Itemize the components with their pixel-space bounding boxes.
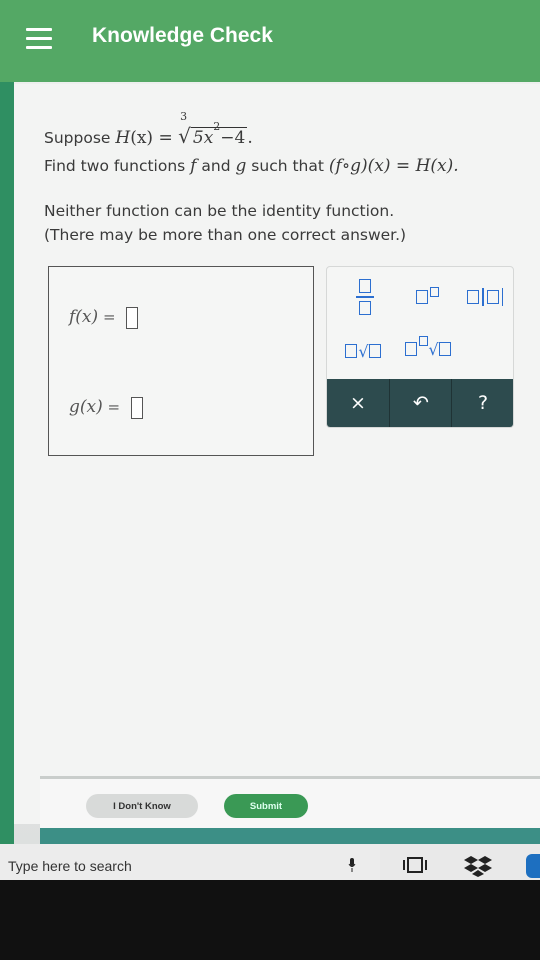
math-g: g [235,156,247,176]
coefficient-box-icon [405,342,418,356]
undo-button[interactable]: ↶ [389,379,452,427]
math-arg: (x) [130,128,154,148]
exponent-button[interactable] [399,281,455,313]
equals-sign: = [107,398,121,416]
radical-icon: √ [428,339,439,359]
exponent-box-icon [429,287,439,297]
app-screen: Knowledge Check Suppose H(x) = 3 √ 5x2−4. … [0,0,540,880]
keypad-action-row: × ↶ ? [327,379,513,427]
question-text: such that [246,157,329,175]
nth-root-button[interactable]: √ [395,327,461,371]
denominator-box-icon [359,300,371,315]
question-line-1: Suppose H(x) = 3 √ 5x2−4. [44,110,253,148]
submit-button[interactable]: Submit [224,794,308,818]
g-label: g(x) [69,397,103,417]
box-icon [467,290,480,304]
question-text: Find two functions [44,157,191,175]
side-accent-strip [0,82,14,852]
undo-icon: ↶ [413,392,429,414]
radical-icon: √ [358,341,369,361]
question-line-2: Find two functions f and g such that (f∘… [44,156,459,176]
microphone-icon[interactable] [348,858,356,872]
taskbar-search-input[interactable]: Type here to search [0,844,380,880]
g-input[interactable] [130,397,143,419]
instruction-note-2: (There may be more than one correct answ… [44,226,407,244]
fraction-button[interactable] [337,273,393,321]
square-root-button[interactable]: √ [333,331,393,371]
coefficient-box-icon [345,344,358,358]
question-text: Suppose [44,129,116,147]
box-icon [486,290,499,304]
windows-taskbar: Type here to search [0,844,540,880]
radicand-rest: −4 [220,128,246,148]
radicand-exponent: 2 [213,120,221,134]
page-title: Knowledge Check [92,24,273,47]
header-bar: Knowledge Check [0,0,540,82]
base-box-icon [415,290,428,304]
f-label: f(x) [69,307,99,327]
radicand-box-icon [368,344,381,358]
help-button[interactable]: ? [451,379,513,427]
hamburger-menu-icon[interactable] [26,28,52,50]
clear-button[interactable]: × [327,379,389,427]
dropbox-icon[interactable] [464,854,492,878]
cube-root: 3 √ 5x2−4 [178,110,248,148]
absolute-value-button[interactable] [457,281,513,313]
math-keypad: √ √ × ↶ ? [326,266,514,428]
dont-know-button[interactable]: I Don't Know [86,794,198,818]
composition-equation: (f∘g)(x) = H(x). [328,156,459,176]
radicand-base: 5x [192,128,214,148]
f-answer-row: f(x) = [69,307,139,329]
answer-box: f(x) = g(x) = [48,266,314,456]
root-index: 3 [180,110,188,123]
root-index-box-icon [419,336,429,346]
numerator-box-icon [359,279,371,294]
question-text: and [196,157,236,175]
search-placeholder: Type here to search [8,858,132,874]
period: . [247,128,253,148]
g-answer-row: g(x) = [69,397,143,419]
footer-accent-strip [40,828,540,844]
f-input[interactable] [126,307,139,329]
math-H: H [115,128,131,148]
math-equals: = [153,128,179,148]
instruction-note: Neither function can be the identity fun… [44,202,395,220]
app-icon-partial[interactable] [526,854,540,878]
equals-sign: = [102,308,116,326]
radicand-box-icon [438,342,451,356]
task-view-icon[interactable] [402,856,428,874]
